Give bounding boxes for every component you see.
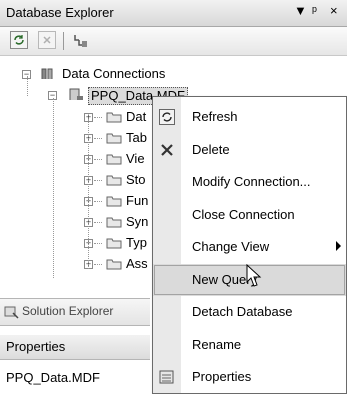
toolbar-separator xyxy=(63,32,64,50)
database-explorer-window: Database Explorer ▼ ᵖ × − Data Connectio… xyxy=(0,0,347,394)
tree-label-folder: Ass xyxy=(126,256,148,271)
tree-node-folder[interactable]: + Sto xyxy=(0,170,152,190)
folder-icon xyxy=(106,133,122,144)
refresh-icon xyxy=(159,109,175,128)
tree-label-folder: Fun xyxy=(126,193,149,208)
tree-node-folder[interactable]: + Syn xyxy=(0,212,152,232)
tree-node-folder[interactable]: + Fun xyxy=(0,191,152,211)
menu-item-change-view[interactable]: Change View xyxy=(153,231,346,263)
tree-node-data-connections[interactable]: − Data Connections xyxy=(0,64,347,84)
menu-item-label: Close Connection xyxy=(192,206,295,222)
data-connections-icon xyxy=(41,68,53,79)
menu-item-delete[interactable]: Delete xyxy=(153,134,346,166)
tree-node-folder[interactable]: + Dat xyxy=(0,107,152,127)
menu-item-label: Change View xyxy=(192,239,270,254)
tree-line xyxy=(94,201,102,202)
panel-menu-arrow-icon[interactable]: ▼ xyxy=(294,3,307,18)
tree-label-folder: Dat xyxy=(126,109,147,124)
folder-icon xyxy=(106,154,122,165)
properties-selected-object[interactable]: PPQ_Data.MDF xyxy=(6,370,100,385)
tree-line xyxy=(94,264,102,265)
delete-icon xyxy=(159,142,175,161)
tree-line xyxy=(94,222,102,223)
folder-icon xyxy=(106,259,122,270)
solution-explorer-icon xyxy=(4,306,19,319)
menu-item-close-connection[interactable]: Close Connection xyxy=(153,199,346,231)
properties-title: Properties xyxy=(6,339,66,354)
stop-icon xyxy=(43,36,51,44)
pin-icon[interactable]: ᵖ xyxy=(312,3,317,18)
close-icon[interactable]: × xyxy=(330,3,338,18)
tree-line xyxy=(94,159,102,160)
tree-line xyxy=(94,243,102,244)
tree-node-folder[interactable]: + Typ xyxy=(0,233,152,253)
menu-item-properties[interactable]: Properties xyxy=(153,361,346,393)
tree-label-folder: Sto xyxy=(126,172,146,187)
panel-titlebar: Database Explorer ▼ ᵖ × xyxy=(0,0,347,27)
menu-item-label: Refresh xyxy=(192,109,238,124)
connect-icon xyxy=(74,35,87,47)
database-icon xyxy=(69,88,83,100)
menu-item-label: Properties xyxy=(192,369,252,384)
solution-explorer-label: Solution Explorer xyxy=(22,304,114,318)
folder-icon xyxy=(106,217,122,228)
refresh-button[interactable] xyxy=(10,31,28,49)
tree-line xyxy=(94,117,102,118)
panel-title: Database Explorer xyxy=(6,5,114,20)
explorer-toolbar xyxy=(0,27,347,56)
tree-node-folder[interactable]: + Vie xyxy=(0,149,152,169)
menu-item-refresh[interactable]: Refresh xyxy=(153,101,346,133)
tree-node-folder[interactable]: + Ass xyxy=(0,254,152,274)
tree-line xyxy=(94,138,102,139)
properties-header: Properties xyxy=(0,335,150,360)
tree-label-folder: Typ xyxy=(126,235,147,250)
menu-item-modify-connection[interactable]: Modify Connection... xyxy=(153,166,346,198)
folder-icon xyxy=(106,175,122,186)
context-menu: Refresh Delete Modify Connection... Close C… xyxy=(152,96,347,394)
menu-item-label: Modify Connection... xyxy=(192,174,311,189)
solution-explorer-tab[interactable]: Solution Explorer xyxy=(0,298,150,326)
tree-line xyxy=(88,119,89,269)
folder-icon xyxy=(106,238,122,249)
stop-button[interactable] xyxy=(38,31,56,49)
mouse-cursor-icon xyxy=(246,264,262,287)
tree-line xyxy=(94,180,102,181)
menu-item-detach-database[interactable]: Detach Database xyxy=(153,296,346,328)
folder-icon xyxy=(106,196,122,207)
menu-item-rename[interactable]: Rename xyxy=(153,329,346,361)
refresh-icon xyxy=(14,35,24,45)
folder-icon xyxy=(106,112,122,123)
tree-label-folder: Vie xyxy=(126,151,145,166)
tree-node-folder[interactable]: + Tab xyxy=(0,128,152,148)
tree-label-folder: Syn xyxy=(126,214,149,229)
tree-label-folder: Tab xyxy=(126,130,147,145)
tree-label-root: Data Connections xyxy=(62,66,166,81)
menu-item-label: Detach Database xyxy=(192,304,293,319)
connect-to-database-button[interactable] xyxy=(72,31,90,49)
menu-item-label: Rename xyxy=(192,336,242,352)
properties-icon xyxy=(159,369,175,388)
menu-item-label: Delete xyxy=(192,141,230,157)
submenu-arrow-icon xyxy=(336,241,341,251)
